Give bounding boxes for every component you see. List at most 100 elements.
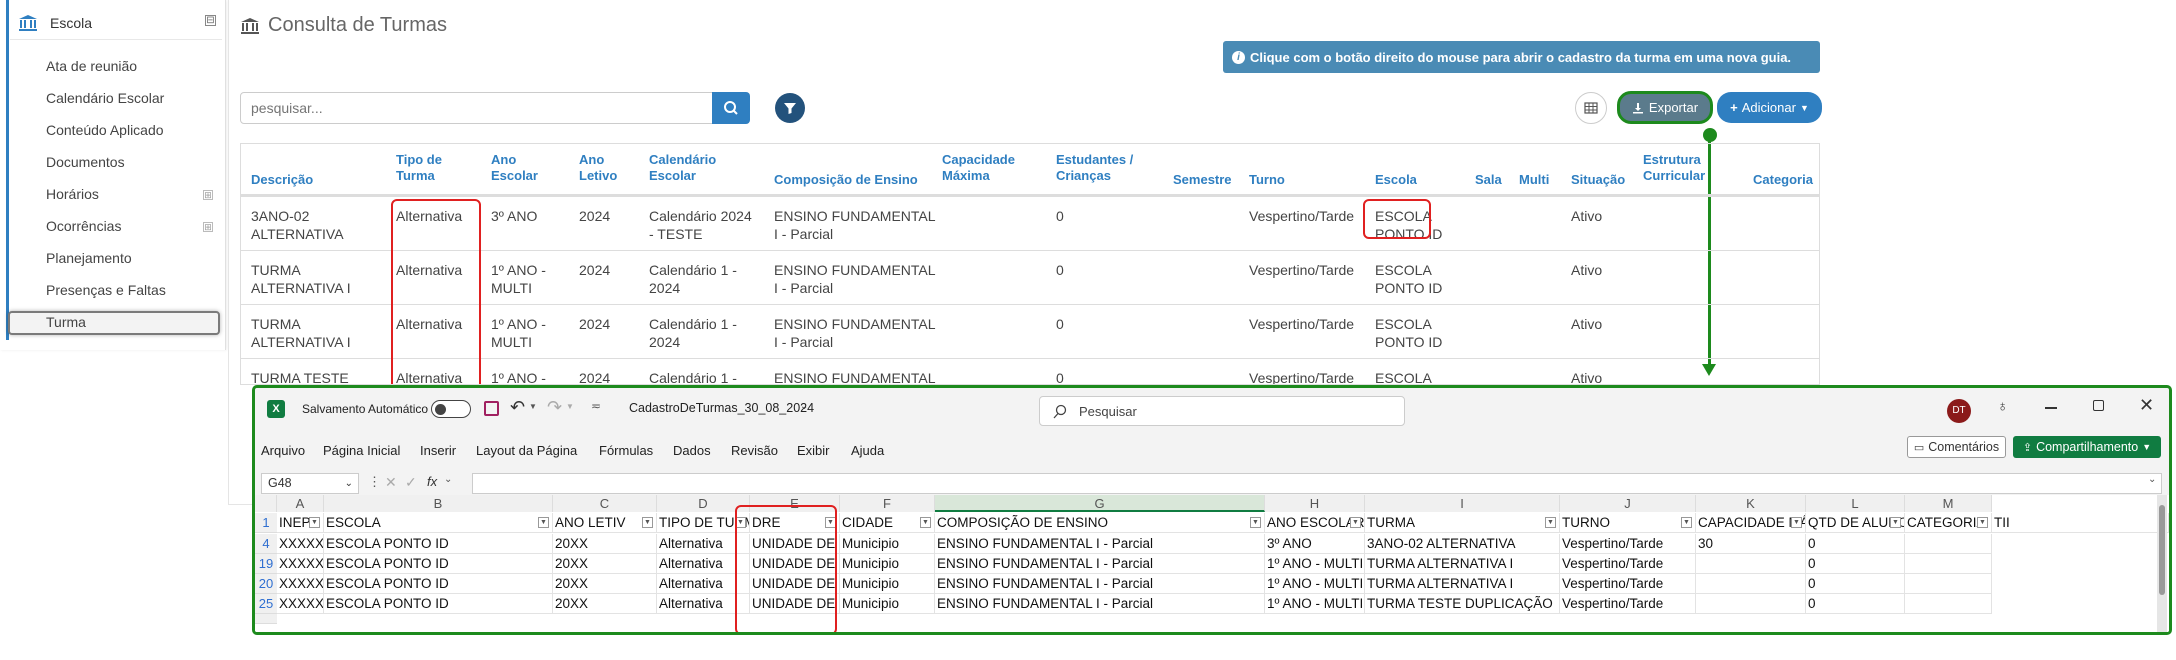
chevron-down-icon[interactable]: ⌄	[2148, 474, 2156, 485]
column-header-l[interactable]: L	[1806, 495, 1905, 512]
sidebar-item-conteudo-aplicado[interactable]: Conteúdo Aplicado	[46, 122, 164, 138]
col-capacidade[interactable]: Capacidade Máxima	[942, 152, 1015, 184]
row-number[interactable]: 25	[255, 594, 277, 614]
cell[interactable]: ENSINO FUNDAMENTAL I - Parcial	[935, 594, 1265, 614]
header-cell[interactable]: TURNO ▼	[1560, 513, 1696, 533]
sidebar-item-documentos[interactable]: Documentos	[46, 154, 125, 170]
col-semestre[interactable]: Semestre	[1173, 172, 1232, 188]
search-button[interactable]	[712, 92, 750, 124]
minimize-icon[interactable]	[2045, 407, 2057, 409]
row-number[interactable]: 1	[255, 513, 277, 533]
name-box[interactable]: G48 ⌄	[261, 473, 359, 494]
search-input[interactable]	[240, 92, 713, 124]
cell[interactable]	[1905, 594, 1992, 614]
sidebar-item-ata-de-reuniao[interactable]: Ata de reunião	[46, 58, 137, 74]
filter-dropdown-icon[interactable]: ▼	[920, 517, 931, 528]
menu-dados[interactable]: Dados	[673, 443, 711, 458]
header-cell[interactable]: INEP ▼	[277, 513, 324, 533]
filter-dropdown-icon[interactable]: ▼	[1545, 517, 1556, 528]
header-cell[interactable]: QTD DE ALUNO ▼	[1806, 513, 1905, 533]
menu-inserir[interactable]: Inserir	[420, 443, 456, 458]
cell[interactable]: 1º ANO - MULTI	[1265, 554, 1365, 574]
col-multi[interactable]: Multi	[1519, 172, 1549, 188]
cell[interactable]: Vespertino/Tarde	[1560, 554, 1696, 574]
filter-dropdown-icon[interactable]: ▼	[1250, 517, 1261, 528]
col-escola[interactable]: Escola	[1375, 172, 1417, 188]
header-cell[interactable]: TII	[1992, 513, 2169, 533]
menu-arquivo[interactable]: Arquivo	[261, 443, 305, 458]
cell[interactable]: 0	[1806, 574, 1905, 594]
vertical-scrollbar[interactable]	[2157, 495, 2167, 632]
cell[interactable]: XXXXX	[277, 534, 324, 554]
cell[interactable]: ENSINO FUNDAMENTAL I - Parcial	[935, 534, 1265, 554]
undo-dropdown-icon[interactable]: ▼	[529, 402, 537, 411]
column-header-a[interactable]: A	[277, 495, 324, 512]
menu-ajuda[interactable]: Ajuda	[851, 443, 884, 458]
header-cell[interactable]: COMPOSIÇÃO DE ENSINO ▼	[935, 513, 1265, 533]
column-header-k[interactable]: K	[1696, 495, 1806, 512]
cancel-icon[interactable]: ✕	[385, 474, 397, 491]
cell[interactable]: Municipio	[840, 594, 935, 614]
undo-icon[interactable]: ↶	[510, 397, 525, 418]
cell[interactable]	[1696, 574, 1806, 594]
cell[interactable]: 1º ANO - MULTI	[1265, 594, 1365, 614]
cell[interactable]: 20XX	[553, 594, 657, 614]
cell[interactable]: XXXXX	[277, 574, 324, 594]
column-header-f[interactable]: F	[840, 495, 935, 512]
row-number[interactable]: 4	[255, 534, 277, 554]
row-number[interactable]: 20	[255, 574, 277, 594]
redo-dropdown-icon[interactable]: ▼	[566, 402, 574, 411]
cell[interactable]: ESCOLA PONTO ID	[324, 534, 553, 554]
share-button[interactable]: ⇪ Compartilhamento ▼	[2013, 436, 2161, 458]
avatar[interactable]: DT	[1947, 399, 1971, 423]
collapse-icon[interactable]: ⊟	[205, 15, 216, 26]
save-icon[interactable]	[484, 401, 499, 416]
chevron-down-icon[interactable]: ⌄	[444, 474, 452, 485]
sidebar-item-ocorrencias[interactable]: Ocorrências	[46, 218, 121, 234]
cell[interactable]: TURMA TESTE DUPLICAÇÃO	[1365, 594, 1560, 614]
header-cell[interactable]: TURMA ▼	[1365, 513, 1560, 533]
cell[interactable]: ENSINO FUNDAMENTAL I - Parcial	[935, 574, 1265, 594]
filter-dropdown-icon[interactable]: ▼	[642, 517, 653, 528]
sidebar-header[interactable]: Escola ⊟	[10, 6, 222, 40]
excel-search[interactable]: Pesquisar	[1039, 396, 1405, 426]
menu-layout[interactable]: Layout da Página	[476, 443, 577, 458]
spreadsheet-grid[interactable]: A B C D E F G H I J K L M 1 INEP ▼ ESCOLA ▼ ANO LETIV ▼ TIPO…	[255, 495, 2169, 632]
menu-exibir[interactable]: Exibir	[797, 443, 830, 458]
header-cell[interactable]: CIDADE ▼	[840, 513, 935, 533]
filter-dropdown-icon[interactable]: ▼	[1791, 517, 1802, 528]
column-header-i[interactable]: I	[1365, 495, 1560, 512]
confirm-icon[interactable]: ✓	[405, 474, 417, 491]
col-turno[interactable]: Turno	[1249, 172, 1285, 188]
file-name[interactable]: CadastroDeTurmas_30_08_2024	[629, 401, 814, 415]
column-header-h[interactable]: H	[1265, 495, 1365, 512]
redo-icon[interactable]: ↷	[547, 397, 562, 418]
cell[interactable]: 30	[1696, 534, 1806, 554]
formula-input[interactable]	[472, 473, 2162, 494]
expand-icon[interactable]: ⊞	[203, 222, 213, 232]
sidebar-item-presencas-e-faltas[interactable]: Presenças e Faltas	[46, 282, 166, 298]
col-categoria[interactable]: Categoria	[1753, 172, 1813, 188]
sidebar-item-planejamento[interactable]: Planejamento	[46, 250, 132, 266]
header-cell[interactable]: ANO ESCOLAR ▼	[1265, 513, 1365, 533]
cell[interactable]	[1905, 554, 1992, 574]
cell[interactable]: Vespertino/Tarde	[1560, 534, 1696, 554]
column-header-m[interactable]: M	[1905, 495, 1992, 512]
menu-formulas[interactable]: Fórmulas	[599, 443, 653, 458]
cell[interactable]: Municipio	[840, 554, 935, 574]
filter-dropdown-icon[interactable]: ▼	[309, 517, 320, 528]
filter-dropdown-icon[interactable]: ▼	[1977, 517, 1988, 528]
cell[interactable]: Vespertino/Tarde	[1560, 594, 1696, 614]
menu-pagina-inicial[interactable]: Página Inicial	[323, 443, 400, 458]
filter-dropdown-icon[interactable]: ▼	[1350, 517, 1361, 528]
close-icon[interactable]: ✕	[2139, 395, 2154, 416]
cell[interactable]: 3º ANO	[1265, 534, 1365, 554]
restore-icon[interactable]	[2093, 400, 2104, 411]
cell[interactable]	[1905, 574, 1992, 594]
cell[interactable]: Municipio	[840, 534, 935, 554]
header-cell[interactable]: CATEGORIA ▼	[1905, 513, 1992, 533]
add-button[interactable]: + Adicionar ▼	[1717, 92, 1822, 123]
autosave-toggle[interactable]	[431, 400, 471, 418]
filter-dropdown-icon[interactable]: ▼	[1890, 517, 1901, 528]
cell[interactable]	[1696, 554, 1806, 574]
